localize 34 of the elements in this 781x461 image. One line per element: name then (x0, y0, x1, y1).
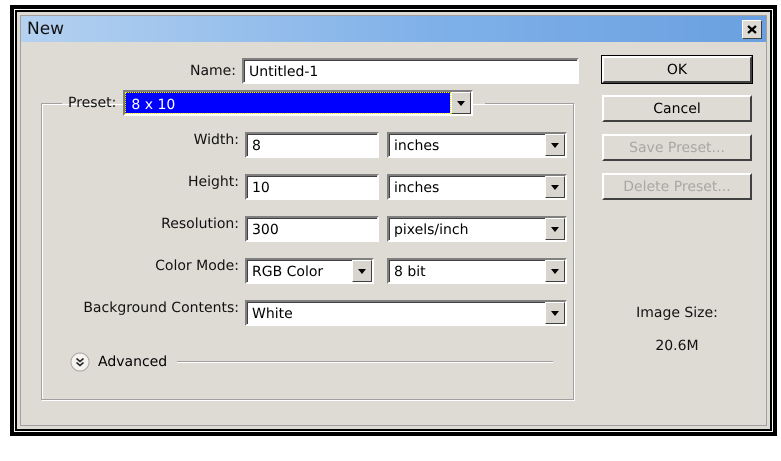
field-label: Color Mode: (154, 258, 239, 276)
caret-icon (551, 184, 559, 190)
caret-icon (551, 268, 559, 274)
chevron-button[interactable] (70, 352, 90, 372)
close-button[interactable] (742, 20, 762, 38)
preset-dropdown[interactable]: 8 x 10 (123, 90, 474, 116)
number-field[interactable]: 10 (245, 174, 379, 200)
section-label: Advanced (98, 354, 168, 370)
field-label: Name: (188, 63, 236, 79)
window-title: New (27, 19, 64, 39)
unit-dropdown[interactable]: inches (387, 174, 567, 200)
caret-icon (457, 100, 466, 106)
unit-dropdown[interactable]: pixels/inch (387, 216, 567, 242)
field-label: Background Contents: (82, 300, 239, 318)
field-label: Width: (192, 132, 239, 150)
contents-dropdown[interactable]: White (245, 300, 567, 326)
field-label: Resolution: (160, 216, 239, 234)
info-value: 20.6M (655, 338, 699, 354)
field-label: Preset: (68, 95, 116, 111)
name-field[interactable]: Untitled-1 (242, 58, 579, 84)
dialog-button[interactable]: Cancel (602, 95, 752, 122)
number-field[interactable]: 300 (245, 216, 379, 242)
caret-icon (551, 310, 559, 316)
caret-icon (551, 142, 559, 148)
info-label: Image Size: (636, 305, 718, 321)
mode-dropdown[interactable]: RGB Color (245, 258, 374, 284)
field-label: Height: (187, 174, 239, 192)
dialog-button[interactable]: OK (602, 56, 752, 83)
caret-icon (358, 268, 366, 274)
close-icon (747, 24, 757, 34)
caret-icon (551, 226, 559, 232)
bit-depth-dropdown[interactable]: 8 bit (387, 258, 567, 284)
number-field[interactable]: 8 (245, 132, 379, 158)
unit-dropdown[interactable]: inches (387, 132, 567, 158)
